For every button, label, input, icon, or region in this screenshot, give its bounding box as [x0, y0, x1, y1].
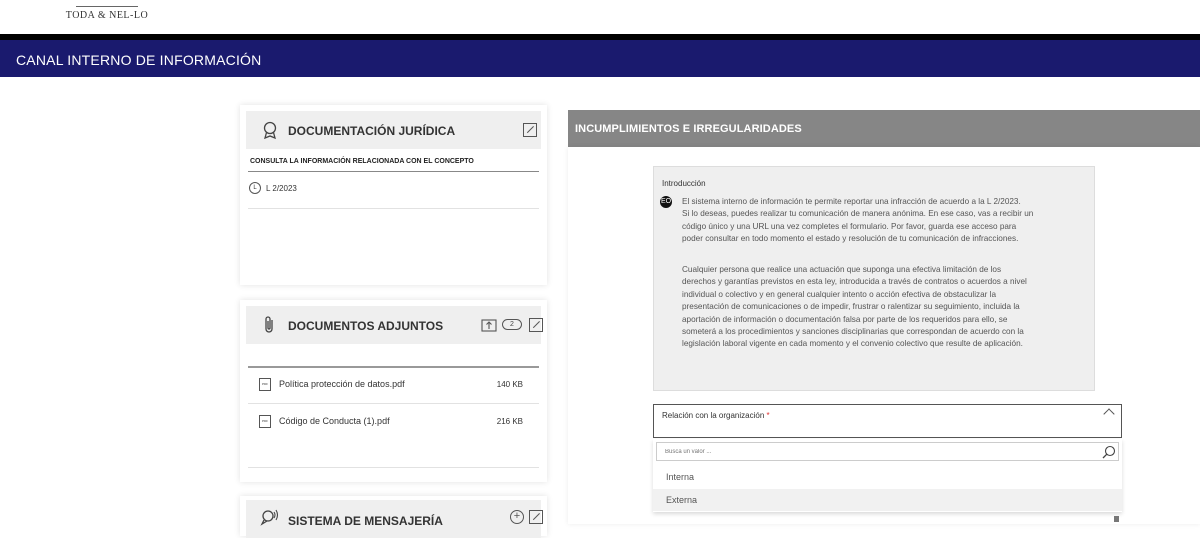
relacion-label: Relación con la organización * [662, 411, 770, 420]
option-externa[interactable]: Externa [653, 489, 1122, 511]
external-link-icon[interactable] [529, 318, 543, 332]
paperclip-icon [265, 316, 273, 333]
relacion-dropdown: Interna Externa [653, 439, 1122, 512]
doc-juridica-header: DOCUMENTACIÓN JURÍDICA [246, 111, 541, 149]
file-size: 216 KB [496, 416, 523, 426]
file-size: 140 KB [496, 379, 523, 389]
top-bar: TODA & NEL-LO [0, 0, 1200, 34]
intro-line: código único y una URL una vez completes… [682, 221, 1017, 231]
intro-line: aportación de información o documentació… [682, 314, 1008, 324]
file-count-badge: 2 [502, 319, 522, 330]
logo[interactable]: TODA & NEL-LO [62, 6, 152, 21]
external-link-icon[interactable] [523, 123, 537, 137]
add-message-icon[interactable]: + [510, 510, 524, 524]
external-link-icon[interactable] [529, 510, 543, 524]
file-name[interactable]: Política protección de datos.pdf [279, 379, 405, 389]
intro-line: legislación laboral vigente en cada mome… [682, 339, 1023, 349]
divider [248, 467, 539, 468]
relacion-search-input[interactable] [656, 442, 1119, 461]
intro-line: poder consultar en todo momento el estad… [682, 234, 1019, 244]
mensajeria-title: SISTEMA DE MENSAJERÍA [288, 514, 443, 528]
file-row[interactable]: PDF Política protección de datos.pdf 140… [248, 367, 539, 401]
doc-juridica-card: DOCUMENTACIÓN JURÍDICA CONSULTA LA INFOR… [240, 105, 547, 285]
adjuntos-header: DOCUMENTOS ADJUNTOS 2 [246, 306, 543, 344]
main-section-title: INCUMPLIMIENTOS E IRREGULARIDADES [575, 123, 802, 135]
mensajeria-header: SISTEMA DE MENSAJERÍA + [246, 500, 543, 538]
intro-line: derechos y garantías previstos en esta l… [682, 277, 1027, 287]
intro-title: Introducción [662, 179, 706, 188]
required-mark: * [766, 411, 770, 420]
file-name[interactable]: Código de Conducta (1).pdf [279, 416, 390, 426]
doc-juridica-title: DOCUMENTACIÓN JURÍDICA [288, 124, 456, 138]
law-badge-icon: L [249, 182, 261, 194]
law-item[interactable]: L L 2/2023 [249, 182, 297, 194]
adjuntos-title: DOCUMENTOS ADJUNTOS [288, 319, 444, 333]
adjuntos-card: DOCUMENTOS ADJUNTOS 2 PDF Política prote… [240, 300, 547, 482]
law-item-label: L 2/2023 [266, 183, 297, 193]
search-icon[interactable] [1102, 445, 1116, 459]
intro-box: Introducción EO El sistema interno de in… [653, 166, 1095, 391]
intro-paragraph-2: Cualquier persona que realice una actuac… [682, 264, 1092, 351]
main-section-header: INCUMPLIMIENTOS E IRREGULARIDADES [568, 110, 1200, 147]
intro-line: El sistema interno de información te per… [682, 197, 1021, 206]
option-interna[interactable]: Interna [653, 466, 1122, 488]
pdf-icon: PDF [259, 377, 271, 391]
pdf-icon: PDF [259, 414, 271, 428]
intro-line: Cualquier persona que realice una actuac… [682, 265, 1002, 274]
intro-paragraph-1: El sistema interno de información te per… [682, 196, 1092, 246]
intro-line: individual o colectivo y en general cual… [682, 289, 997, 299]
navbar-title: CANAL INTERNO DE INFORMACIÓN [16, 52, 262, 68]
doc-juridica-subtitle: CONSULTA LA INFORMACIÓN RELACIONADA CON … [250, 158, 474, 165]
upload-icon[interactable] [481, 317, 497, 332]
intro-line: presentación de comunicaciones o de impe… [682, 302, 1020, 312]
chevron-up-icon[interactable] [1103, 408, 1115, 420]
intro-line: someterá a los procedimientos y sancione… [682, 327, 1024, 337]
divider [248, 208, 539, 209]
award-icon [263, 121, 277, 140]
scrollbar-thumb[interactable] [1114, 516, 1119, 522]
mensajeria-card: SISTEMA DE MENSAJERÍA + [240, 496, 547, 538]
logo-rule [76, 6, 138, 7]
file-row[interactable]: PDF Código de Conducta (1).pdf 216 KB [248, 404, 539, 438]
navbar: CANAL INTERNO DE INFORMACIÓN [0, 40, 1200, 77]
divider [248, 171, 539, 172]
relacion-select[interactable]: Relación con la organización * [653, 404, 1122, 438]
intro-line: Si lo deseas, puedes realizar tu comunic… [682, 209, 1034, 219]
intro-bullet-icon: EO [660, 196, 672, 208]
chat-icon [260, 509, 279, 526]
relacion-label-text: Relación con la organización [662, 411, 765, 420]
logo-text: TODA & NEL-LO [65, 10, 149, 21]
